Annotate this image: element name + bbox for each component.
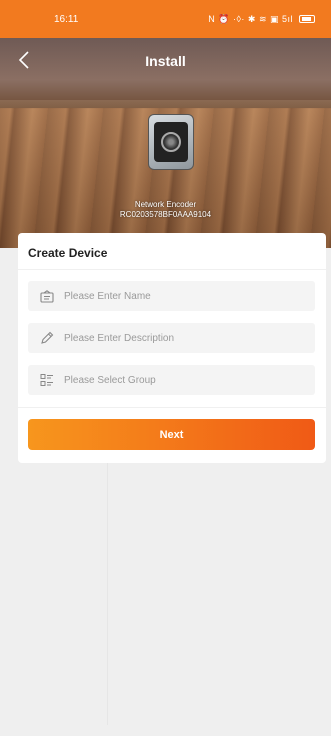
- divider: [18, 407, 326, 408]
- group-list-icon: [40, 373, 54, 387]
- create-device-card: Create Device Please Enter Name Please E…: [18, 233, 326, 463]
- description-field[interactable]: Please Enter Description: [28, 323, 315, 353]
- status-bar: 16:11 N ⏰ ·◊· ✱ ≋ ▣ 5ıl: [0, 0, 331, 38]
- empty-area: [0, 463, 331, 736]
- divider: [18, 269, 326, 270]
- next-button[interactable]: Next: [28, 419, 315, 450]
- device-image: [148, 114, 194, 170]
- name-tag-icon: [40, 289, 54, 303]
- status-icons: N ⏰ ·◊· ✱ ≋ ▣ 5ıl: [208, 14, 315, 25]
- name-field[interactable]: Please Enter Name: [28, 281, 315, 311]
- status-indicators: N ⏰ ·◊· ✱ ≋ ▣ 5ıl: [208, 13, 293, 24]
- page-title: Install: [145, 53, 186, 69]
- status-time: 16:11: [54, 13, 79, 25]
- card-title: Create Device: [28, 246, 108, 260]
- pencil-icon: [40, 331, 54, 345]
- battery-icon: [299, 15, 315, 23]
- device-info: Network Encoder RC0203578BF0AAA9104: [0, 200, 331, 220]
- divider-line: [107, 463, 108, 725]
- device-serial: RC0203578BF0AAA9104: [119, 210, 212, 219]
- camera-lens-icon: [161, 132, 181, 152]
- group-select[interactable]: Please Select Group: [28, 365, 315, 395]
- hero-banner: Install Network Encoder RC0203578BF0AAA9…: [0, 38, 331, 248]
- group-placeholder: Please Select Group: [64, 374, 156, 386]
- device-type: Network Encoder: [134, 200, 197, 209]
- description-placeholder: Please Enter Description: [64, 332, 175, 344]
- name-placeholder: Please Enter Name: [64, 290, 151, 302]
